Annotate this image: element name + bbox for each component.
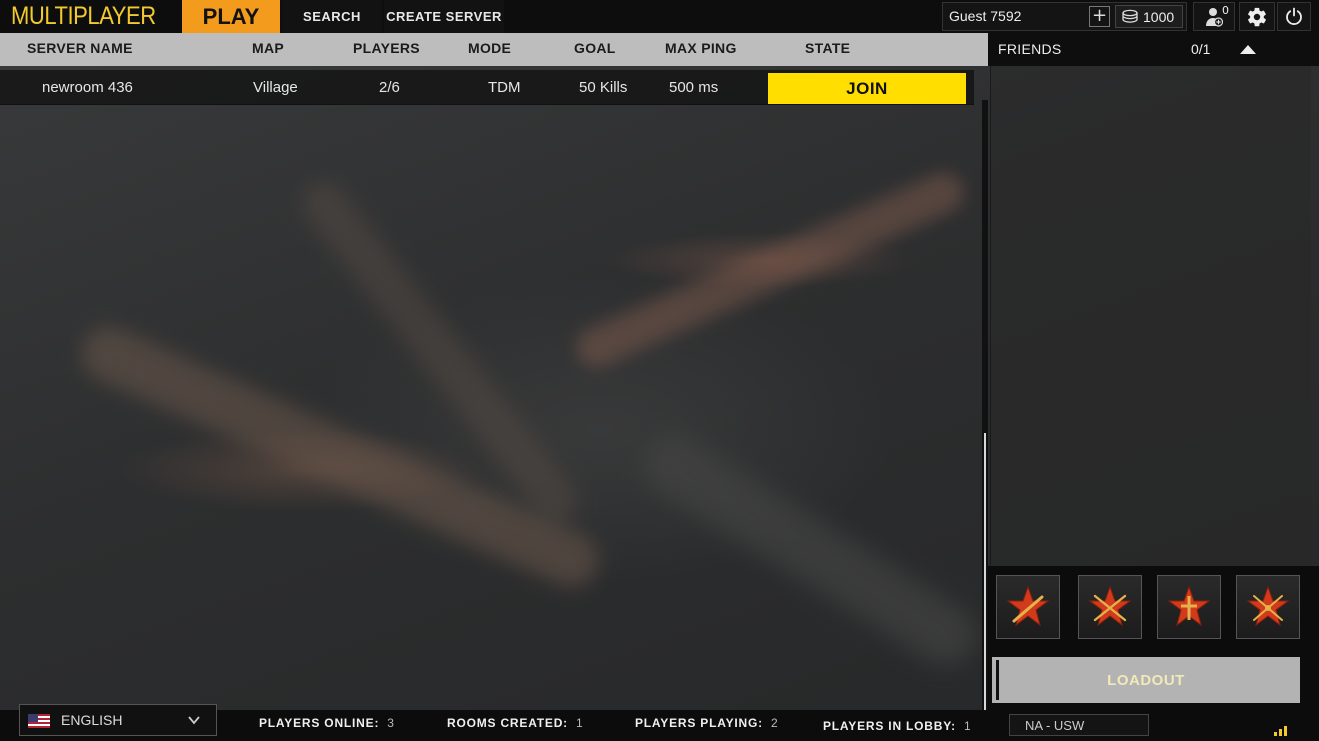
column-map[interactable]: MAP [252, 40, 284, 56]
server-players: 2/6 [379, 79, 400, 96]
add-coins-button[interactable]: + [1089, 6, 1110, 27]
rooms-created-label: ROOMS CREATED: [447, 716, 568, 730]
rifleman-class-icon [1006, 585, 1050, 627]
join-button[interactable]: JOIN [768, 73, 966, 104]
gear-icon [1248, 7, 1266, 26]
players-lobby-stat: PLAYERS IN LOBBY: 1 [823, 719, 971, 733]
background-log [73, 318, 607, 596]
language-select[interactable]: ENGLISH [19, 704, 217, 736]
class-button-assault[interactable] [1236, 575, 1300, 639]
coins-icon [1122, 9, 1138, 23]
players-playing-stat: PLAYERS PLAYING: 2 [635, 716, 778, 730]
chevron-down-icon [188, 716, 200, 725]
column-mode[interactable]: MODE [468, 40, 511, 56]
background-log [293, 172, 587, 532]
assault-class-icon [1246, 585, 1290, 627]
coin-balance: 1000 [1115, 5, 1183, 28]
players-online-stat: PLAYERS ONLINE: 3 [259, 716, 395, 730]
power-icon [1286, 7, 1302, 25]
sniper-class-icon [1088, 585, 1132, 627]
signal-icon [1274, 726, 1287, 736]
server-list-header: SERVER NAME MAP PLAYERS MODE GOAL MAX PI… [0, 33, 988, 66]
settings-button[interactable] [1239, 2, 1275, 31]
language-label: ENGLISH [61, 712, 123, 728]
players-online-value: 3 [387, 716, 395, 730]
server-ping: 500 ms [669, 79, 719, 96]
column-state[interactable]: STATE [805, 40, 850, 56]
server-goal: 50 Kills [579, 79, 628, 96]
column-players[interactable]: PLAYERS [353, 40, 420, 56]
server-map: Village [253, 79, 298, 96]
coin-count: 1000 [1143, 9, 1175, 25]
top-bar: MULTIPLAYER PLAY SEARCH CREATE SERVER Gu… [0, 0, 1319, 33]
collapse-up-icon[interactable] [1240, 45, 1256, 54]
server-mode: TDM [488, 79, 521, 96]
players-lobby-value: 1 [963, 719, 972, 733]
class-button-sniper[interactable] [1078, 575, 1142, 639]
friend-request-count: 0 [1222, 4, 1229, 17]
friends-list[interactable] [990, 66, 1311, 566]
tab-create-server[interactable]: CREATE SERVER [384, 0, 504, 33]
add-friend-icon [1206, 7, 1223, 27]
medic-class-icon [1167, 585, 1211, 627]
loadout-button[interactable]: LOADOUT [992, 657, 1300, 703]
players-lobby-label: PLAYERS IN LOBBY: [823, 719, 956, 733]
friends-header: FRIENDS 0/1 [988, 33, 1319, 66]
players-playing-label: PLAYERS PLAYING: [635, 716, 763, 730]
class-button-medic[interactable] [1157, 575, 1221, 639]
players-online-label: PLAYERS ONLINE: [259, 716, 380, 730]
friend-requests-button[interactable]: 0 [1193, 2, 1235, 31]
background-log [632, 423, 988, 677]
username: Guest 7592 [949, 8, 1022, 24]
column-goal[interactable]: GOAL [574, 40, 616, 56]
user-panel: Guest 7592 + 1000 [942, 2, 1187, 31]
background-log [570, 166, 970, 374]
server-name: newroom 436 [42, 79, 133, 96]
page-title: MULTIPLAYER [11, 2, 156, 30]
scroll-thumb[interactable] [984, 433, 986, 710]
rooms-created-stat: ROOMS CREATED: 1 [447, 716, 583, 730]
region-select[interactable]: NA - USW [1009, 714, 1149, 736]
friends-title: FRIENDS [998, 41, 1062, 57]
quit-button[interactable] [1277, 2, 1311, 31]
friends-count: 0/1 [1191, 41, 1211, 57]
column-server-name[interactable]: SERVER NAME [27, 40, 133, 56]
tab-play[interactable]: PLAY [182, 0, 280, 33]
table-row[interactable]: newroom 436 Village 2/6 TDM 50 Kills 500… [0, 70, 974, 105]
players-playing-value: 2 [770, 716, 779, 730]
class-button-rifleman[interactable] [996, 575, 1060, 639]
column-max-ping[interactable]: MAX PING [665, 40, 737, 56]
tab-search[interactable]: SEARCH [282, 0, 382, 33]
us-flag-icon [28, 714, 50, 728]
rooms-created-value: 1 [575, 716, 584, 730]
